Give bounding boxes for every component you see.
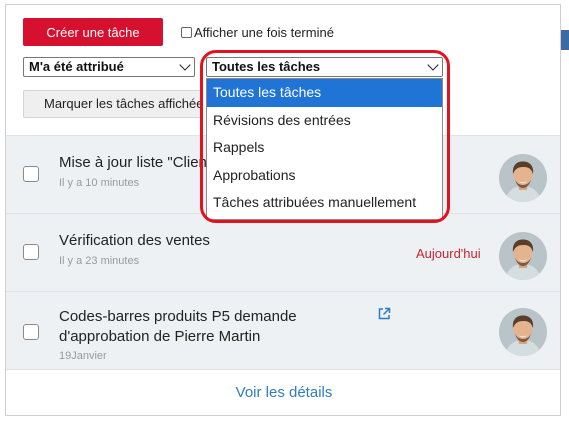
view-details-link[interactable]: Voir les détails — [236, 384, 333, 401]
assigned-filter-select[interactable]: M'a été attribué — [23, 57, 195, 77]
task-checkbox[interactable] — [23, 166, 39, 182]
mark-displayed-tasks-button[interactable]: Marquer les tâches affichées — [23, 90, 203, 118]
assigned-filter-value: M'a été attribué — [29, 59, 124, 74]
avatar — [499, 154, 547, 202]
task-title-line2[interactable]: d'approbation de Pierre Martin — [59, 328, 260, 345]
task-title-line1[interactable]: Codes-barres produits P5 demande — [59, 308, 297, 325]
background-window-edge — [561, 30, 569, 50]
task-time: Il y a 10 minutes — [59, 177, 140, 189]
external-link-icon[interactable] — [377, 307, 391, 321]
task-due-date: Aujourd'hui — [416, 246, 481, 261]
task-checkbox[interactable] — [23, 324, 39, 340]
dropdown-option-reminders[interactable]: Rappels — [207, 134, 442, 162]
show-completed-label: Afficher une fois terminé — [194, 24, 334, 40]
panel-footer: Voir les détails — [6, 369, 560, 415]
dropdown-option-all-tasks[interactable]: Toutes les tâches — [207, 79, 442, 107]
task-title[interactable]: Mise à jour liste "Clients" — [59, 154, 224, 171]
chevron-down-icon — [179, 59, 191, 71]
task-checkbox[interactable] — [23, 244, 39, 260]
task-row[interactable]: Codes-barres produits P5 demande d'appro… — [6, 291, 560, 372]
task-time: 19Janvier — [59, 350, 107, 362]
show-completed-option[interactable]: Afficher une fois terminé — [181, 24, 334, 40]
task-time: Il y a 23 minutes — [59, 255, 140, 267]
show-completed-checkbox[interactable] — [181, 26, 192, 38]
task-type-dropdown-list: Toutes les tâches Révisions des entrées … — [206, 78, 443, 220]
task-type-filter-select[interactable]: Toutes les tâches — [206, 57, 443, 77]
tasks-panel: Créer une tâche Afficher une fois termin… — [5, 4, 561, 416]
chevron-down-icon — [427, 59, 439, 71]
dropdown-option-approvals[interactable]: Approbations — [207, 162, 442, 190]
create-task-button[interactable]: Créer une tâche — [23, 18, 163, 46]
dropdown-option-entry-reviews[interactable]: Révisions des entrées — [207, 107, 442, 135]
task-type-filter-value: Toutes les tâches — [212, 59, 321, 74]
task-title[interactable]: Vérification des ventes — [59, 232, 210, 249]
dropdown-option-manually-assigned[interactable]: Tâches attribuées manuellement — [207, 189, 442, 217]
avatar — [499, 232, 547, 280]
avatar — [499, 308, 547, 356]
task-row[interactable]: Vérification des ventes Il y a 23 minute… — [6, 213, 560, 291]
